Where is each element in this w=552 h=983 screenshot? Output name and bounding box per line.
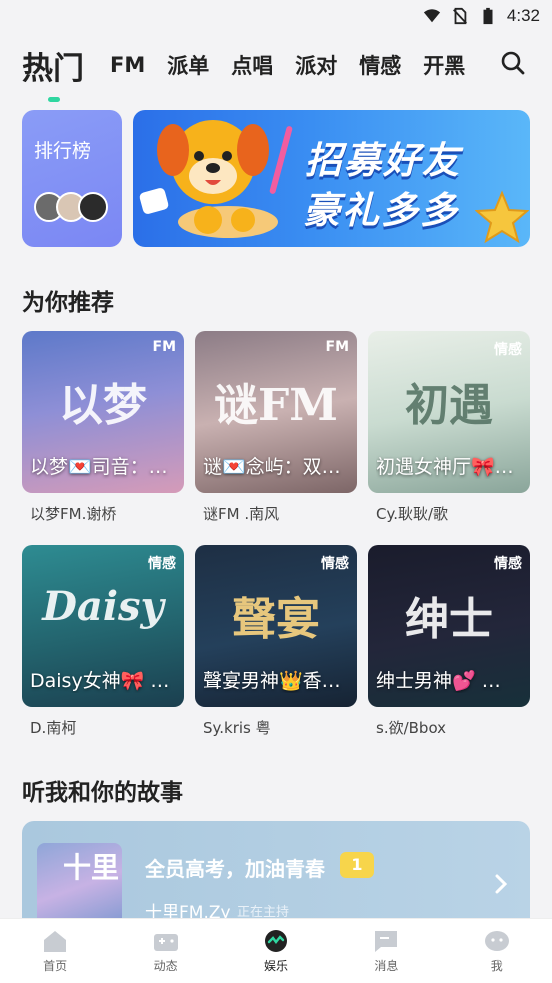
nav-feed[interactable]: 动态 (111, 929, 221, 974)
card-room-name: 初遇女神厅🎀… (376, 456, 514, 478)
banner-line-1: 招募好友 (305, 139, 461, 182)
home-icon (44, 930, 67, 952)
card-host-name: Sy.kris 粤 (203, 719, 271, 737)
search-icon[interactable] (500, 50, 526, 76)
mascot-dog-icon (139, 120, 293, 238)
nav-entertainment[interactable]: 娱乐 (221, 929, 331, 974)
gamepad-icon (153, 933, 178, 951)
recommend-card[interactable]: 聲宴 情感 聲宴男神👑香… (195, 545, 357, 707)
nav-label: 消息 (374, 958, 399, 973)
promo-banner[interactable]: 招募好友 豪礼多多 (133, 110, 530, 247)
card-artwork-text: 聲宴 (232, 594, 320, 645)
story-card[interactable]: 十里 全员高考，加油青春 1 十里FM.Zy 正在主持 (22, 821, 530, 931)
card-tag: 情感 (321, 556, 349, 572)
nav-profile[interactable]: 我 (442, 929, 552, 974)
battery-icon (483, 7, 493, 25)
nav-label: 我 (490, 958, 503, 973)
tab-hot[interactable]: 热门 (22, 43, 84, 102)
nav-label: 娱乐 (263, 958, 288, 973)
card-host-name: 以梦FM.谢桥 (30, 505, 117, 523)
card-artwork-text: 以梦 (59, 380, 147, 431)
chevron-right-icon[interactable] (494, 873, 508, 895)
card-host-name: s.欲/Bbox (376, 719, 447, 737)
card-room-name: 聲宴男神👑香… (203, 670, 341, 692)
recommend-card[interactable]: Daisy 情感 Daisy女神🎀 … (22, 545, 184, 707)
tab-dispatch[interactable]: 派单 (167, 50, 209, 80)
card-tag: FM (325, 339, 350, 355)
entertainment-icon (264, 929, 287, 952)
status-bar: 4:32 (0, 0, 552, 32)
card-tag: 情感 (148, 556, 176, 572)
card-host-name: 谜FM .南风 (203, 505, 280, 523)
card-tag: FM (152, 339, 177, 355)
banner-line-2: 豪礼多多 (303, 189, 459, 232)
tab-fm[interactable]: FM (110, 53, 145, 77)
card-host-name: Cy.耿耿/歌 (376, 505, 449, 523)
card-host-name: D.南柯 (30, 719, 77, 737)
card-tag: 情感 (494, 556, 522, 572)
story-badge: 1 (340, 852, 374, 878)
card-artwork-text: 谜FM (214, 380, 338, 431)
card-room-name: Daisy女神🎀 … (30, 670, 170, 692)
story-cover-text: 十里 (63, 851, 120, 884)
top-tabs: 热门 FM 派单 点唱 派对 情感 开黑 (22, 40, 532, 102)
recommend-card[interactable]: 谜FM FM 谜💌念屿：双… (195, 331, 357, 493)
recommend-card[interactable]: 绅士 情感 绅士男神💕 … (368, 545, 530, 707)
nav-label: 动态 (153, 958, 178, 973)
status-time: 4:32 (506, 6, 540, 25)
story-section-title: 听我和你的故事 (22, 780, 183, 806)
nav-messages[interactable]: 消息 (331, 929, 441, 974)
card-room-name: 以梦💌司音：… (30, 456, 168, 478)
ranking-label: 排行榜 (34, 140, 92, 162)
card-artwork-text: 初遇 (405, 380, 493, 431)
recommend-card[interactable]: 初遇 情感 初遇女神厅🎀… (368, 331, 530, 493)
profile-icon (484, 930, 509, 951)
no-sim-icon (452, 7, 467, 25)
nav-home[interactable]: 首页 (0, 929, 110, 974)
card-artwork-text: 绅士 (405, 594, 493, 645)
star-icon (475, 190, 529, 244)
tab-gaming[interactable]: 开黑 (423, 50, 465, 80)
wifi-icon (423, 9, 441, 23)
card-tag: 情感 (494, 342, 522, 358)
recommend-title: 为你推荐 (22, 290, 114, 316)
ranking-avatars (34, 192, 108, 222)
tab-emotion[interactable]: 情感 (359, 50, 401, 80)
bottom-navigation: 首页 动态 娱乐 消息 我 (0, 918, 552, 983)
tab-party[interactable]: 派对 (295, 50, 337, 80)
story-title: 全员高考，加油青春 (145, 857, 325, 881)
ranking-card[interactable]: 排行榜 (22, 110, 122, 247)
card-room-name: 谜💌念屿：双… (203, 456, 341, 478)
card-room-name: 绅士男神💕 … (376, 670, 501, 692)
nav-label: 首页 (43, 958, 68, 973)
avatar (78, 192, 108, 222)
message-icon (375, 930, 398, 952)
recommend-card[interactable]: 以梦 FM 以梦💌司音：… (22, 331, 184, 493)
card-artwork-text: Daisy (42, 583, 164, 630)
tab-song-request[interactable]: 点唱 (231, 50, 273, 80)
